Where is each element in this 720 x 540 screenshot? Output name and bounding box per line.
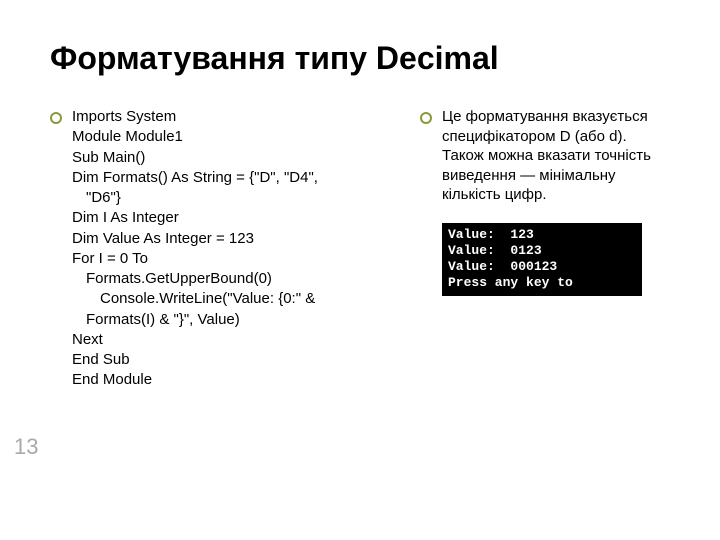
- bullet-icon: [420, 112, 432, 124]
- code-line: Sub Main(): [72, 148, 318, 168]
- code-line: For I = 0 To: [72, 249, 318, 269]
- code-line: Console.WriteLine("Value: {0:" &: [72, 289, 318, 309]
- code-line: Imports System: [72, 107, 318, 127]
- code-line: "D6"}: [72, 188, 318, 208]
- bullet-icon: [50, 112, 62, 124]
- code-line: Formats(I) & "}", Value): [72, 310, 318, 330]
- code-line: Dim Formats() As String = {"D", "D4",: [72, 168, 318, 188]
- code-line: Dim I As Integer: [72, 208, 318, 228]
- slide-title: Форматування типу Decimal: [50, 40, 670, 77]
- code-line: Dim Value As Integer = 123: [72, 229, 318, 249]
- code-line: End Sub: [72, 350, 318, 370]
- description-text: Це форматування вказується специфікаторо…: [442, 107, 670, 205]
- code-line: Next: [72, 330, 318, 350]
- code-line: Module Module1: [72, 127, 318, 147]
- page-number: 13: [14, 434, 38, 460]
- description-wrap: Це форматування вказується специфікаторо…: [420, 107, 670, 205]
- console-output: Value: 123 Value: 0123 Value: 000123 Pre…: [442, 223, 642, 296]
- code-line: End Module: [72, 370, 318, 390]
- content-area: Imports System Module Module1 Sub Main()…: [50, 107, 670, 391]
- slide: Форматування типу Decimal Imports System…: [0, 0, 720, 540]
- code-line: Formats.GetUpperBound(0): [72, 269, 318, 289]
- right-column: Це форматування вказується специфікаторо…: [420, 107, 670, 391]
- left-column: Imports System Module Module1 Sub Main()…: [50, 107, 400, 391]
- code-block: Imports System Module Module1 Sub Main()…: [72, 107, 318, 391]
